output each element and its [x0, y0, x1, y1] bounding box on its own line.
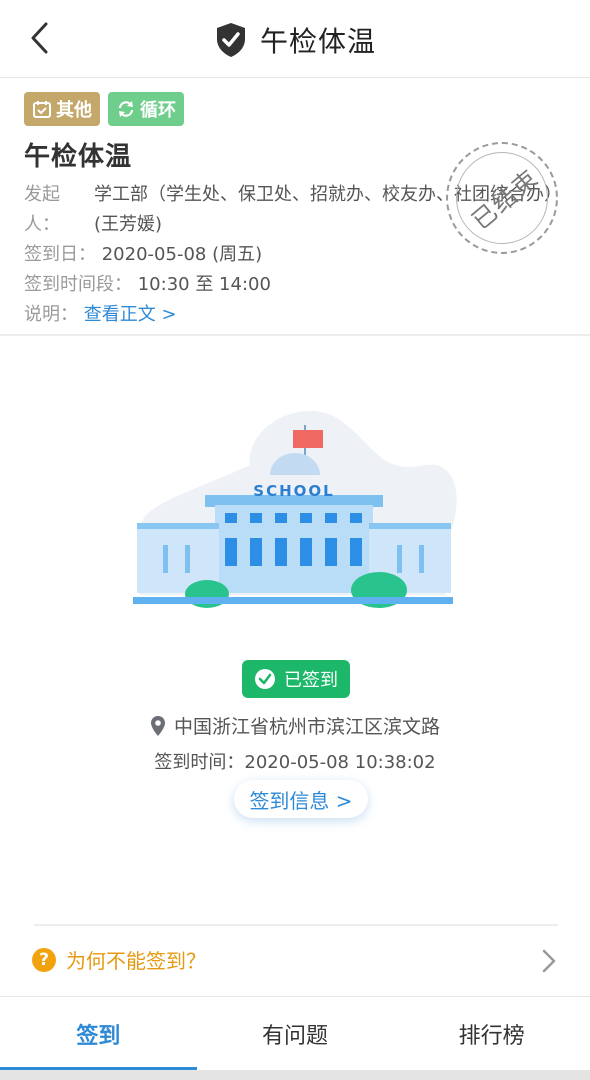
- description-row: 说明： 查看正文 >: [24, 300, 177, 326]
- task-info-card: 其他 循环 午检体温 发起人： 学工部（学生处、保卫处、招就办、校友办、社团综合…: [0, 78, 590, 336]
- tag-other: 其他: [24, 92, 100, 126]
- calendar-check-icon: [33, 101, 51, 118]
- ended-stamp: 已结束: [446, 142, 558, 254]
- location-pin-icon: [150, 715, 165, 736]
- tag-list: 其他 循环: [24, 92, 184, 126]
- top-bar: 午检体温: [0, 0, 590, 78]
- task-title: 午检体温: [24, 142, 133, 172]
- divider: [34, 924, 558, 926]
- location-row: 中国浙江省杭州市滨江区滨文路: [0, 712, 590, 739]
- tab-ranking[interactable]: 排行榜: [393, 997, 590, 1070]
- sign-time-label: 签到时间：: [154, 752, 245, 773]
- location-text: 中国浙江省杭州市滨江区滨文路: [173, 716, 440, 738]
- initiator-label: 发起人：: [24, 184, 60, 235]
- shield-check-icon: [216, 23, 245, 57]
- sign-info-button[interactable]: 签到信息 >: [234, 780, 368, 818]
- chevron-right-icon: [542, 949, 556, 973]
- date-label: 签到日：: [24, 244, 96, 265]
- date-value: 2020-05-08 (周五): [101, 244, 263, 265]
- sign-time-value: 2020-05-08 10:38:02: [244, 752, 436, 773]
- bottom-strip: [0, 1070, 590, 1080]
- tag-label: 其他: [56, 100, 92, 121]
- why-cannot-sign-row[interactable]: ? 为何不能签到？: [0, 928, 590, 994]
- tab-sign-in[interactable]: 签到: [0, 997, 197, 1070]
- tag-label: 循环: [140, 100, 176, 121]
- sign-time-row: 签到时间：2020-05-08 10:38:02: [0, 748, 590, 774]
- time-range-label: 签到时间段：: [24, 274, 132, 295]
- time-range-row: 签到时间段： 10:30 至 14:00: [24, 270, 271, 296]
- refresh-icon: [118, 101, 134, 117]
- check-circle-icon: [255, 669, 275, 689]
- bottom-tab-bar: 签到 有问题 排行榜: [0, 996, 590, 1070]
- signed-status-badge: 已签到: [242, 660, 350, 698]
- tab-has-problem[interactable]: 有问题: [197, 997, 394, 1070]
- date-row: 签到日： 2020-05-08 (周五): [24, 240, 262, 266]
- view-content-link[interactable]: 查看正文 >: [84, 304, 177, 325]
- time-range-value: 10:30 至 14:00: [137, 274, 271, 295]
- school-sign-text: SCHOOL: [253, 482, 334, 500]
- description-label: 说明：: [24, 304, 78, 325]
- page-title: 午检体温: [259, 25, 376, 58]
- question-circle-icon: ?: [32, 948, 56, 972]
- signed-status-label: 已签到: [284, 670, 338, 691]
- tag-cycle: 循环: [108, 92, 184, 126]
- page-title-group: 午检体温: [0, 18, 590, 62]
- school-illustration: SCHOOL: [133, 410, 457, 608]
- why-cannot-sign-text: 为何不能签到？: [66, 949, 206, 973]
